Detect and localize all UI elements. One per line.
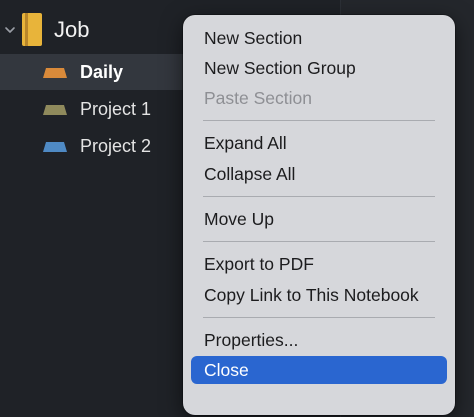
menu-item-copy-link[interactable]: Copy Link to This Notebook (191, 281, 447, 309)
section-label: Project 2 (80, 136, 152, 156)
section-label: Daily (80, 62, 124, 82)
menu-item-expand-all[interactable]: Expand All (191, 129, 447, 157)
menu-item-paste-section: Paste Section (191, 84, 447, 112)
menu-item-label: Copy Link to This Notebook (204, 285, 419, 305)
menu-item-label: Expand All (204, 133, 287, 153)
menu-item-export-to-pdf[interactable]: Export to PDF (191, 250, 447, 278)
chevron-down-icon[interactable] (4, 24, 16, 36)
menu-item-properties[interactable]: Properties... (191, 326, 447, 354)
section-tab-icon (43, 105, 67, 115)
section-tab-icon (43, 142, 67, 152)
section-label: Project 1 (80, 99, 152, 119)
menu-item-label: Close (204, 360, 249, 380)
app-window: Job Daily Project 1 Project 2 New Sectio… (0, 0, 474, 417)
menu-item-move-up[interactable]: Move Up (191, 205, 447, 233)
notebook-icon (22, 13, 42, 46)
context-menu: New Section New Section Group Paste Sect… (183, 15, 455, 415)
notebook-title: Job (54, 17, 90, 42)
menu-item-label: Collapse All (204, 164, 296, 184)
menu-item-label: Export to PDF (204, 254, 314, 274)
menu-item-new-section-group[interactable]: New Section Group (191, 54, 447, 82)
menu-separator (203, 317, 435, 318)
menu-separator (203, 196, 435, 197)
menu-item-label: Paste Section (204, 88, 312, 108)
menu-item-new-section[interactable]: New Section (191, 24, 447, 52)
menu-item-label: Move Up (204, 209, 275, 229)
menu-separator (203, 120, 435, 121)
menu-item-collapse-all[interactable]: Collapse All (191, 160, 447, 188)
menu-item-close[interactable]: Close (191, 356, 447, 384)
menu-separator (203, 241, 435, 242)
menu-item-label: New Section (204, 28, 303, 48)
section-tab-icon (43, 68, 67, 78)
menu-item-label: Properties... (204, 330, 299, 350)
menu-item-label: New Section Group (204, 58, 356, 78)
notebook-row[interactable]: Job (0, 10, 200, 52)
